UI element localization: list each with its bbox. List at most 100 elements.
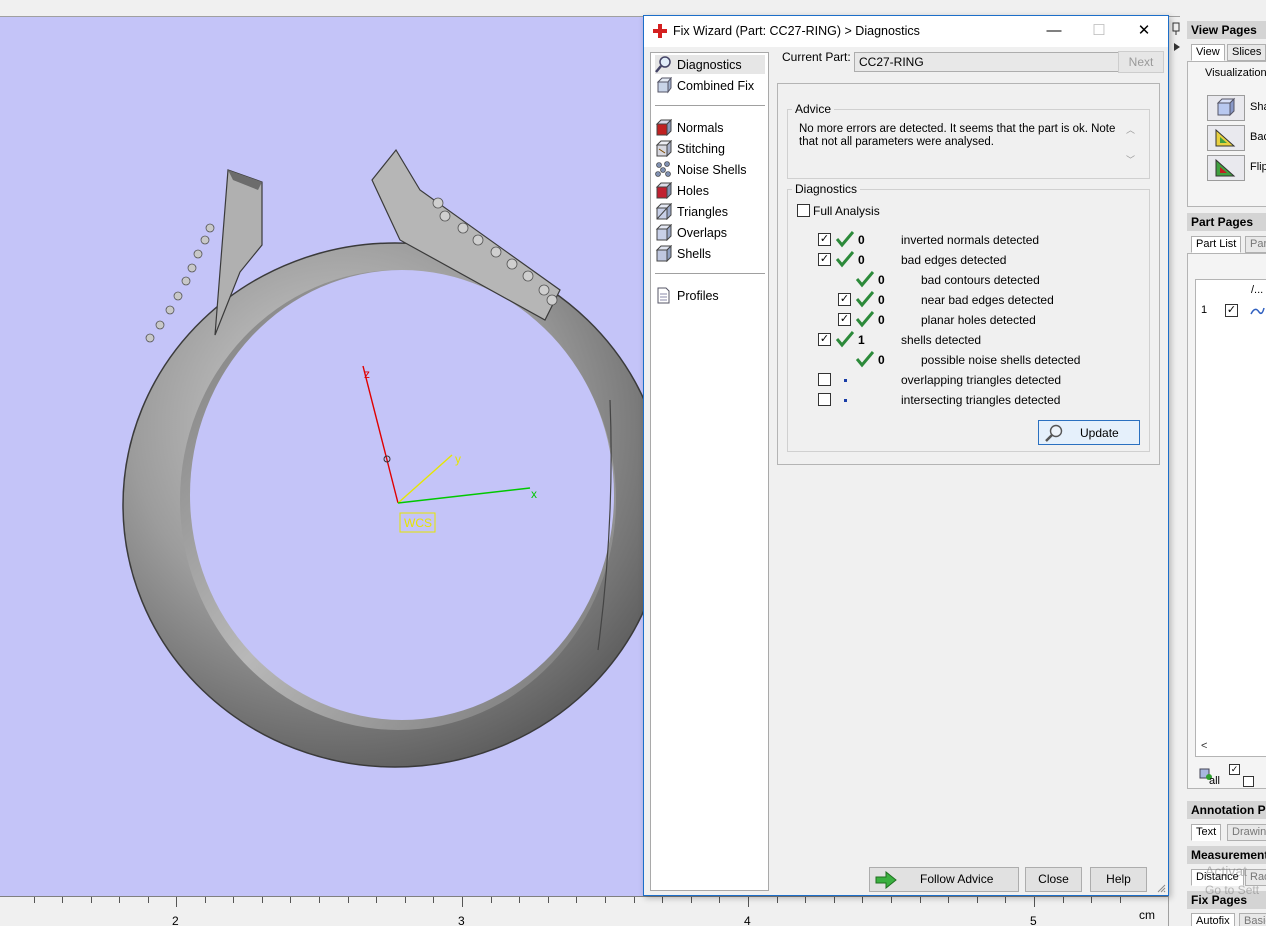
- annotation-pages-header[interactable]: Annotation Pa: [1187, 801, 1266, 819]
- nav-item-profiles[interactable]: Profiles: [655, 286, 765, 305]
- nav-item-shells[interactable]: Shells: [655, 244, 765, 263]
- diag-label-inverted-normals: inverted normals detected: [901, 233, 1040, 247]
- check-all-checkbox[interactable]: ✓: [1229, 764, 1240, 775]
- tab-view[interactable]: View: [1191, 44, 1225, 61]
- view-pages-header[interactable]: View Pages: [1187, 21, 1266, 39]
- axis-y-label: y: [455, 452, 461, 466]
- diag-count-shells: 1: [858, 333, 865, 347]
- nav-label-normals: Normals: [677, 120, 724, 135]
- scroll-left-arrow[interactable]: <: [1201, 740, 1207, 752]
- current-part-label: Current Part:: [782, 50, 851, 64]
- diag-checkbox-bad-edges[interactable]: ✓: [818, 253, 831, 266]
- scroll-down-icon[interactable]: ﹀: [1126, 153, 1135, 166]
- diag-checkbox-overlapping[interactable]: [818, 373, 831, 386]
- ruler: 2 3 4 5 cm: [0, 896, 1180, 926]
- full-analysis-label: Full Analysis: [813, 204, 880, 218]
- axis-x-label: x: [531, 487, 537, 501]
- nav-separator: [655, 105, 765, 106]
- uncheck-all-checkbox[interactable]: [1243, 776, 1254, 787]
- update-button[interactable]: Update: [1038, 420, 1140, 445]
- tab-basic[interactable]: Basic: [1239, 913, 1266, 926]
- diag-count-planar-holes: 0: [878, 313, 885, 327]
- flip-triangle-icon: [1215, 158, 1236, 177]
- triangle-ruler-icon: [1215, 128, 1236, 147]
- magnifier-icon: [655, 56, 671, 73]
- tab-autofix[interactable]: Autofix: [1191, 913, 1235, 926]
- backface-button[interactable]: [1207, 125, 1245, 151]
- help-button[interactable]: Help: [1090, 867, 1147, 892]
- part-list-table[interactable]: [1195, 279, 1266, 757]
- part-row-index: 1: [1201, 304, 1208, 316]
- resize-grip-icon[interactable]: [1156, 883, 1166, 893]
- nav-label-stitching: Stitching: [677, 141, 725, 156]
- close-window-button[interactable]: ✕: [1122, 16, 1166, 46]
- fix-wizard-dialog: Fix Wizard (Part: CC27-RING) > Diagnosti…: [643, 15, 1169, 896]
- wcs-label: WCS: [404, 516, 432, 530]
- diag-label-noise-shells: possible noise shells detected: [921, 353, 1081, 367]
- profiles-icon: [657, 287, 670, 304]
- minimize-button[interactable]: —: [1032, 16, 1076, 46]
- diag-checkbox-shells[interactable]: ✓: [818, 333, 831, 346]
- part-mesh-icon: [1250, 307, 1265, 315]
- nav-item-diagnostics[interactable]: Diagnostics: [655, 55, 765, 74]
- diag-checkbox-inverted-normals[interactable]: ✓: [818, 233, 831, 246]
- advice-scrollbar[interactable]: ︿ ﹀: [1124, 123, 1138, 169]
- nav-item-normals[interactable]: Normals: [655, 118, 765, 137]
- nav-label-diagnostics: Diagnostics: [677, 57, 742, 72]
- diag-count-inverted-normals: 0: [858, 233, 865, 247]
- diag-checkbox-intersecting[interactable]: [818, 393, 831, 406]
- part-pages-header[interactable]: Part Pages: [1187, 213, 1266, 231]
- check-icon: [836, 231, 854, 248]
- overlaps-icon: [655, 224, 672, 241]
- diag-label-intersecting: intersecting triangles detected: [901, 393, 1061, 407]
- ruler-label-4: 4: [744, 914, 751, 926]
- current-part-select[interactable]: CC27-RING ▼: [854, 52, 1143, 72]
- full-analysis-checkbox[interactable]: [797, 204, 810, 217]
- tab-part-list[interactable]: Part List: [1191, 236, 1242, 253]
- nav-label-holes: Holes: [677, 183, 709, 198]
- nav-label-overlaps: Overlaps: [677, 225, 728, 240]
- select-all-label[interactable]: all: [1209, 775, 1220, 787]
- tab-drawing[interactable]: Drawing: [1227, 824, 1266, 841]
- arrow-right-icon: [875, 871, 897, 889]
- diag-label-bad-edges: bad edges detected: [901, 253, 1007, 267]
- next-button[interactable]: Next: [1118, 51, 1164, 73]
- nav-item-triangles[interactable]: Triangles: [655, 202, 765, 221]
- diag-label-bad-contours: bad contours detected: [921, 273, 1040, 287]
- check-icon: [856, 291, 874, 308]
- tab-part[interactable]: Part: [1245, 236, 1266, 253]
- dialog-title: Fix Wizard (Part: CC27-RING) > Diagnosti…: [673, 24, 920, 38]
- magnifier-icon: [1045, 424, 1063, 442]
- red-cross-icon: [653, 24, 667, 38]
- pending-dot-icon: [844, 379, 847, 382]
- ruler-label-5: 5: [1030, 914, 1037, 926]
- axis-z-label: z: [364, 367, 370, 381]
- activation-watermark-line2: Go to Sett: [1205, 883, 1260, 897]
- dialog-titlebar[interactable]: Fix Wizard (Part: CC27-RING) > Diagnosti…: [644, 16, 1168, 47]
- close-button[interactable]: Close: [1025, 867, 1082, 892]
- flip-button[interactable]: [1207, 155, 1245, 181]
- follow-advice-button[interactable]: Follow Advice: [869, 867, 1019, 892]
- part-visible-checkbox[interactable]: ✓: [1225, 304, 1238, 317]
- maximize-button[interactable]: ☐: [1077, 16, 1121, 46]
- holes-icon: [655, 182, 672, 199]
- backface-label: Bac: [1250, 131, 1266, 143]
- nav-label-profiles: Profiles: [677, 288, 719, 303]
- nav-item-holes[interactable]: Holes: [655, 181, 765, 200]
- nav-item-overlaps[interactable]: Overlaps: [655, 223, 765, 242]
- nav-item-combined-fix[interactable]: Combined Fix: [655, 76, 765, 95]
- ring-model[interactable]: z y x WCS: [0, 0, 660, 896]
- part-list-column-header[interactable]: /...: [1251, 284, 1263, 296]
- tab-slices[interactable]: Slices: [1227, 44, 1266, 61]
- check-icon: [836, 251, 854, 268]
- shading-button[interactable]: [1207, 95, 1245, 121]
- diag-checkbox-planar-holes[interactable]: ✓: [838, 313, 851, 326]
- diag-checkbox-near-bad-edges[interactable]: ✓: [838, 293, 851, 306]
- diag-count-bad-contours: 0: [878, 273, 885, 287]
- nav-item-stitching[interactable]: Stitching: [655, 139, 765, 158]
- measurement-pages-header[interactable]: Measurement: [1187, 846, 1266, 864]
- tab-text[interactable]: Text: [1191, 824, 1222, 841]
- nav-item-noise-shells[interactable]: Noise Shells: [655, 160, 765, 179]
- scroll-up-icon[interactable]: ︿: [1126, 123, 1135, 136]
- pin-icon[interactable]: [1171, 21, 1183, 53]
